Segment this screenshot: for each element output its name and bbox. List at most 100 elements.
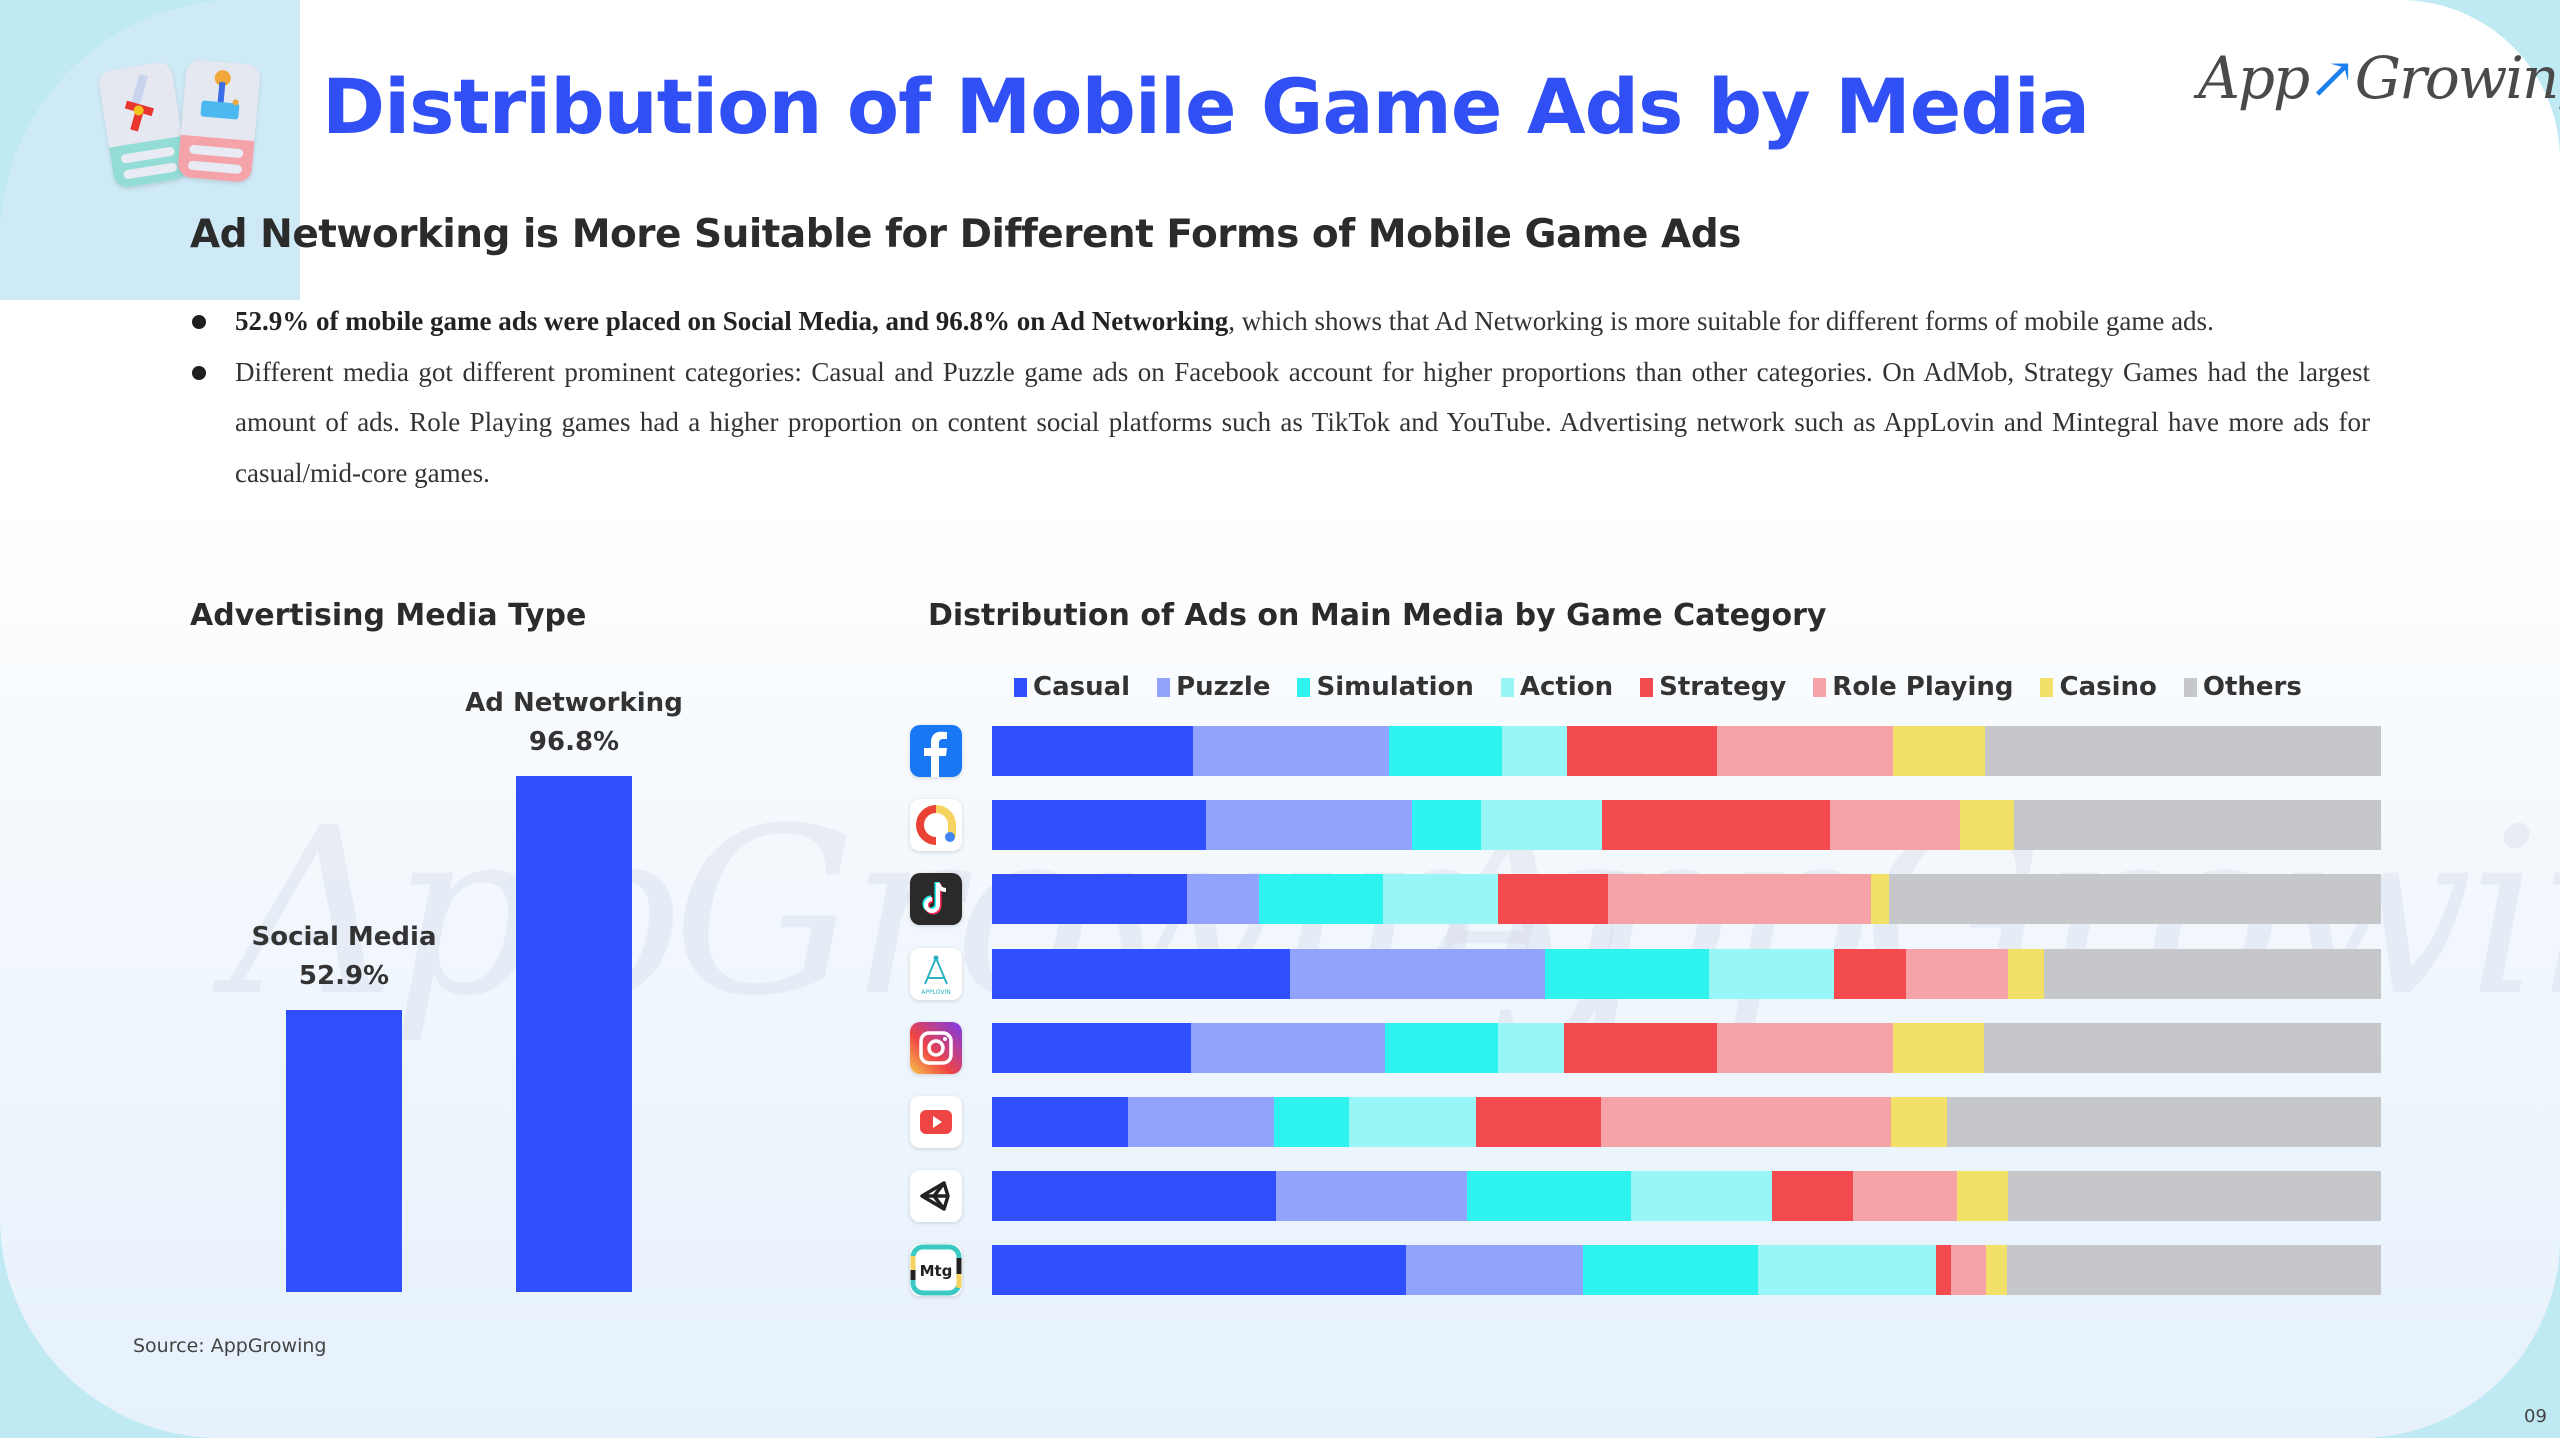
legend-swatch [1813,677,1827,697]
unity-icon [910,1170,962,1223]
bar-segment-casual [992,948,1290,999]
bar-segment-role-playing [1601,1097,1892,1147]
bar-segment-strategy [1602,800,1831,851]
legend-item-role-playing: Role Playing [1813,672,2013,702]
bar-segment-casual [992,1171,1277,1222]
bar-segment-action [1758,1245,1937,1296]
bar-segment-action [1708,948,1834,999]
bar-segment-casual [992,1022,1191,1073]
legend-swatch [1297,677,1311,697]
youtube-icon [910,1096,962,1148]
bar-segment-others [2008,1171,2381,1222]
bar-segment-simulation [1273,1097,1349,1147]
bar-segment-puzzle [1186,874,1259,925]
bar-segment-action [1631,1171,1773,1222]
stacked-bar-tiktok [992,874,2381,925]
legend-swatch [1014,677,1027,697]
legend-label: Casual [1033,672,1131,702]
legend-label: Role Playing [1832,672,2014,702]
bar-segment-casual [992,874,1187,925]
legend-swatch [1157,677,1171,697]
bar-segment-role-playing [1951,1245,1987,1296]
page-number: 09 [2524,1406,2547,1427]
bar-segment-puzzle [1193,726,1390,776]
tiktok-icon [910,873,962,926]
bar-segment-simulation [1582,1245,1759,1296]
stacked-bar-instagram [992,1022,2381,1073]
legend-item-casual: Casual [1014,672,1130,702]
bar-segment-puzzle [1406,1245,1583,1296]
bar-segment-role-playing [1717,1022,1894,1073]
category-label: Ad Networking [465,688,683,719]
bar-segment-role-playing [1852,1171,1957,1222]
growth-arrow-icon: ↗ [2308,44,2357,112]
bar-label: Social Media 52.9% [224,918,464,996]
bar-segment-simulation [1411,800,1482,851]
bar-segment-strategy [1564,1022,1718,1073]
logo-text-growing: Growing [2354,44,2560,112]
bar-segment-puzzle [1289,948,1545,999]
legend-label: Casino [2059,672,2157,702]
bar-segment-action [1501,726,1568,776]
legend-item-strategy: Strategy [1640,672,1786,702]
value-label: 52.9% [298,961,390,992]
bar-social-media [286,1010,402,1292]
bar-segment-simulation [1385,1022,1498,1073]
admob-icon [910,799,962,852]
bar-segment-casino [2007,948,2045,999]
bar-segment-casino [1986,1245,2007,1296]
bar-segment-casual [992,726,1194,776]
legend-item-action: Action [1500,672,1614,702]
bar-segment-casual [992,800,1207,851]
bar-label: Ad Networking 96.8% [454,684,694,762]
bar-segment-strategy [1772,1171,1853,1222]
bar-segment-casino [1893,726,1986,776]
bar-segment-others [2006,1245,2381,1296]
stacked-bar-youtube [992,1097,2381,1147]
bar-segment-others [2013,800,2381,851]
bar-segment-action [1481,800,1603,851]
bar-segment-role-playing [1830,800,1960,851]
bar-segment-role-playing [1607,874,1871,925]
bar-segment-simulation [1389,726,1502,776]
legend-swatch [2040,677,2054,697]
bar-segment-strategy [1476,1097,1602,1147]
bar-segment-casino [1959,800,2014,851]
bar-segment-puzzle [1276,1171,1468,1222]
legend-label: Others [2202,672,2302,702]
bar-segment-action [1348,1097,1477,1147]
bar-segment-action [1382,874,1499,925]
bar-segment-casino [1893,1022,1984,1073]
media-type-bar-chart: Social Media 52.9% Ad Networking 96.8% [0,0,900,1438]
bar-segment-casual [992,1245,1407,1296]
legend-item-others: Others [2183,672,2302,702]
bar-segment-simulation [1258,874,1383,925]
legend-swatch [1500,677,1514,697]
bar-segment-casino [1891,1097,1947,1147]
bar-segment-others [2044,948,2381,999]
bar-segment-role-playing [1717,726,1894,776]
bar-segment-role-playing [1906,948,2008,999]
stacked-bar-admob [992,800,2381,851]
legend-label: Action [1519,672,1614,702]
category-label: Social Media [251,922,437,953]
bar-segment-strategy [1498,874,1608,925]
bar-segment-strategy [1936,1245,1952,1296]
bar-ad-networking [516,776,632,1292]
stacked-bar-facebook [992,726,2381,776]
bar-segment-casual [992,1097,1128,1147]
bar-segment-others [1983,1022,2381,1073]
appgrowing-logo: App↗Growing [2198,44,2560,112]
facebook-icon [910,725,962,777]
bar-segment-others [1946,1097,2381,1147]
legend-label: Strategy [1659,672,1787,702]
bar-segment-puzzle [1127,1097,1274,1147]
stacked-bar-applovin [992,948,2381,999]
bar-segment-others [1888,874,2381,925]
bar-segment-casino [1956,1171,2009,1222]
bar-segment-puzzle [1206,800,1412,851]
svg-text:APPLOVIN: APPLOVIN [921,989,950,996]
bar-segment-casino [1870,874,1889,925]
legend-swatch [2183,677,2197,697]
bar-segment-action [1497,1022,1565,1073]
